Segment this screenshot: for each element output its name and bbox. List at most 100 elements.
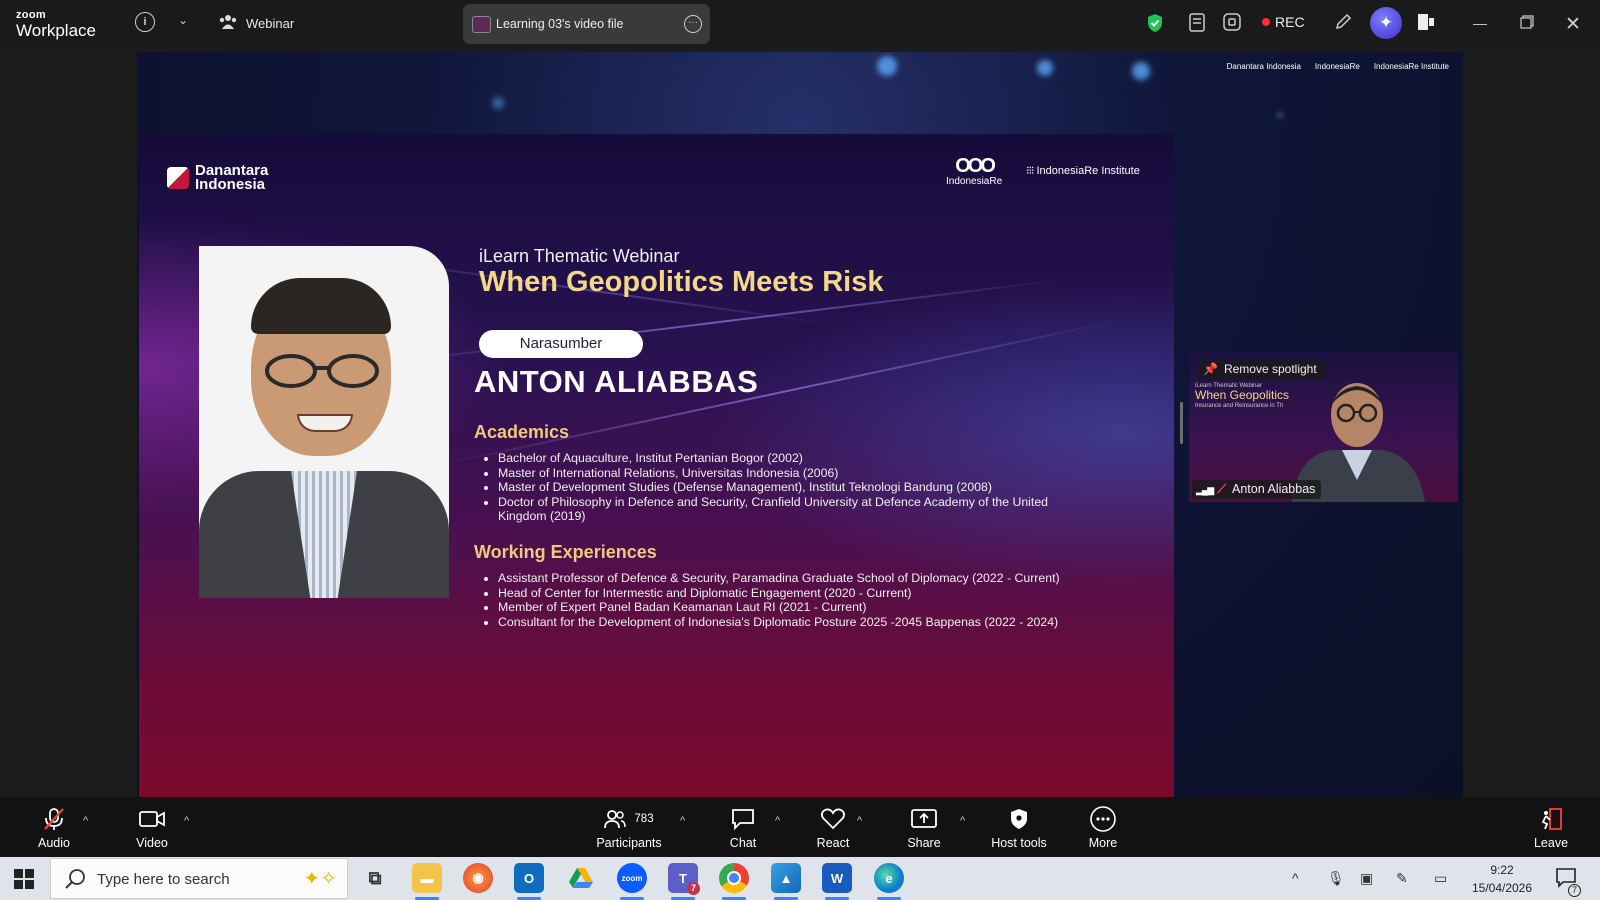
react-label: React <box>816 836 850 850</box>
outlook-icon[interactable]: O <box>514 863 544 893</box>
webinar-label[interactable]: Webinar <box>246 16 294 31</box>
teams-badge: 7 <box>687 882 700 895</box>
annotate-pen-icon[interactable] <box>1334 13 1352 31</box>
shield-icon <box>984 807 1054 831</box>
remove-spotlight-button[interactable]: 📌 Remove spotlight <box>1197 359 1325 379</box>
notification-center-icon[interactable]: 7 <box>1555 867 1581 897</box>
stage-logo-danantara: Danantara Indonesia <box>1226 62 1301 71</box>
academics-item: Doctor of Philosophy in Defence and Secu… <box>498 495 1058 524</box>
indonesiare-institute-logo: ⁝⁝⁝ IndonesiaRe Institute <box>1026 162 1140 177</box>
stage-top-logos: Danantara Indonesia IndonesiaRe Indonesi… <box>1227 62 1449 71</box>
bokeh-light <box>877 56 897 76</box>
logo-top-text: zoom <box>16 9 46 21</box>
zoom-workplace-logo: zoom Workplace <box>16 9 96 40</box>
chat-button[interactable]: Chat <box>726 807 760 850</box>
work-heading: Working Experiences <box>474 542 657 562</box>
slide-title: When Geopolitics Meets Risk <box>479 266 884 298</box>
bokeh-light <box>1132 62 1150 80</box>
heart-icon <box>813 807 853 831</box>
photo-hair <box>251 278 391 334</box>
info-icon[interactable]: i <box>135 12 155 32</box>
spotlight-bg-subtitle-2: Insurance and Reinsurance in Th <box>1195 403 1284 409</box>
danantara-logo: Danantara Indonesia <box>167 162 275 193</box>
file-explorer-icon[interactable]: ▬ <box>412 863 442 893</box>
chat-label: Chat <box>729 836 757 850</box>
video-file-thumbnail-icon <box>472 16 491 33</box>
chrome-icon[interactable] <box>719 863 749 893</box>
host-tools-button[interactable]: Host tools <box>984 807 1054 850</box>
taskbar-search-box[interactable]: Type here to search ✦✧ <box>50 858 348 899</box>
side-panel-icon[interactable] <box>1417 12 1435 32</box>
microphone-tray-icon[interactable]: 🎙 <box>1327 870 1345 887</box>
encryption-shield-icon[interactable] <box>1146 13 1164 33</box>
work-item: Head of Center for Intermestic and Diplo… <box>498 586 1168 601</box>
more-label: More <box>1088 836 1118 850</box>
share-label: Share <box>907 836 941 850</box>
apps-icon[interactable] <box>1223 13 1241 31</box>
academics-item: Bachelor of Aquaculture, Institut Pertan… <box>498 451 1058 466</box>
zoom-app-label: zoom <box>621 873 643 883</box>
indonesiare-logo: OOO IndonesiaRe <box>946 156 1002 187</box>
audio-button[interactable]: Audio <box>34 807 74 850</box>
teams-icon[interactable]: T7 <box>668 863 700 895</box>
chat-bubble-icon <box>726 807 760 831</box>
host-tools-label: Host tools <box>991 836 1047 850</box>
sparkle-icon: ✦ <box>1378 13 1394 32</box>
meeting-title-pill[interactable]: Learning 03's video file ··· <box>463 4 710 44</box>
ai-companion-button[interactable]: ✦ <box>1370 7 1402 39</box>
edge-icon[interactable]: e <box>874 863 904 893</box>
restore-icon[interactable] <box>1520 15 1534 29</box>
photo-glasses <box>265 354 379 388</box>
participants-button[interactable]: 783 Participants <box>594 807 664 850</box>
photos-icon[interactable]: ▲ <box>771 863 801 893</box>
pen-tray-icon[interactable]: ✎ <box>1396 870 1408 887</box>
zoom-app-icon[interactable]: zoom <box>617 863 647 893</box>
bokeh-light <box>1277 112 1283 118</box>
keyboard-tray-icon[interactable]: ▭ <box>1434 870 1447 887</box>
panel-resize-handle[interactable] <box>1180 402 1183 444</box>
dot-grid-icon: ⁝⁝⁝ <box>1026 165 1034 177</box>
participant-name: Anton Aliabbas <box>1232 482 1316 496</box>
work-list: Assistant Professor of Defence & Securit… <box>484 571 1168 629</box>
windows-start-icon[interactable] <box>14 869 34 889</box>
clock-date: 15/04/2026 <box>1471 881 1533 895</box>
react-options-chevron-icon[interactable]: ^ <box>857 815 862 827</box>
leave-button[interactable]: Leave <box>1533 807 1569 850</box>
network-tray-icon[interactable]: ▣ <box>1360 870 1373 887</box>
react-button[interactable]: React <box>813 807 853 850</box>
word-icon[interactable]: W <box>822 863 852 893</box>
video-label: Video <box>136 836 168 850</box>
share-options-chevron-icon[interactable]: ^ <box>960 815 965 827</box>
video-options-chevron-icon[interactable]: ^ <box>184 815 189 827</box>
spotlight-video[interactable]: iLearn Thematic Webinar When Geopolitics… <box>1189 352 1458 502</box>
google-drive-icon[interactable] <box>566 863 596 893</box>
task-view-icon[interactable]: ⧉ <box>360 863 390 893</box>
speaker-name: ANTON ALIABBAS <box>474 364 759 399</box>
notes-icon[interactable] <box>1188 13 1206 32</box>
academics-list: Bachelor of Aquaculture, Institut Pertan… <box>484 451 1058 524</box>
recording-indicator[interactable]: REC <box>1262 14 1305 30</box>
webinar-icon <box>218 13 238 31</box>
audio-options-chevron-icon[interactable]: ^ <box>83 815 88 827</box>
academics-item: Master of Development Studies (Defense M… <box>498 480 1058 495</box>
logo-bottom-text: Workplace <box>16 21 96 40</box>
danantara-mark-icon <box>167 167 189 189</box>
windows-taskbar: Type here to search ✦✧ ⧉ ▬ ◉ O zoom T7 ▲… <box>0 857 1600 900</box>
more-dots-icon <box>1086 806 1120 832</box>
minimize-icon[interactable]: — <box>1473 15 1487 31</box>
system-clock[interactable]: 9:22 15/04/2026 <box>1462 861 1542 897</box>
chat-options-chevron-icon[interactable]: ^ <box>775 815 780 827</box>
video-button[interactable]: Video <box>132 807 172 850</box>
more-button[interactable]: More <box>1086 806 1120 850</box>
more-options-icon[interactable]: ··· <box>684 15 702 33</box>
danantara-logo-text: Danantara Indonesia <box>195 162 269 193</box>
chevron-down-icon[interactable]: ⌄ <box>176 13 190 27</box>
show-hidden-icons-chevron-icon[interactable]: ^ <box>1292 870 1299 886</box>
close-icon[interactable]: ✕ <box>1565 13 1581 36</box>
audio-label: Audio <box>38 836 70 850</box>
firefox-icon[interactable]: ◉ <box>463 863 493 893</box>
signal-strength-icon: ▂▄▆ <box>1196 485 1214 495</box>
share-button[interactable]: Share <box>903 807 945 850</box>
participants-options-chevron-icon[interactable]: ^ <box>680 815 685 827</box>
leave-door-icon <box>1533 807 1569 831</box>
